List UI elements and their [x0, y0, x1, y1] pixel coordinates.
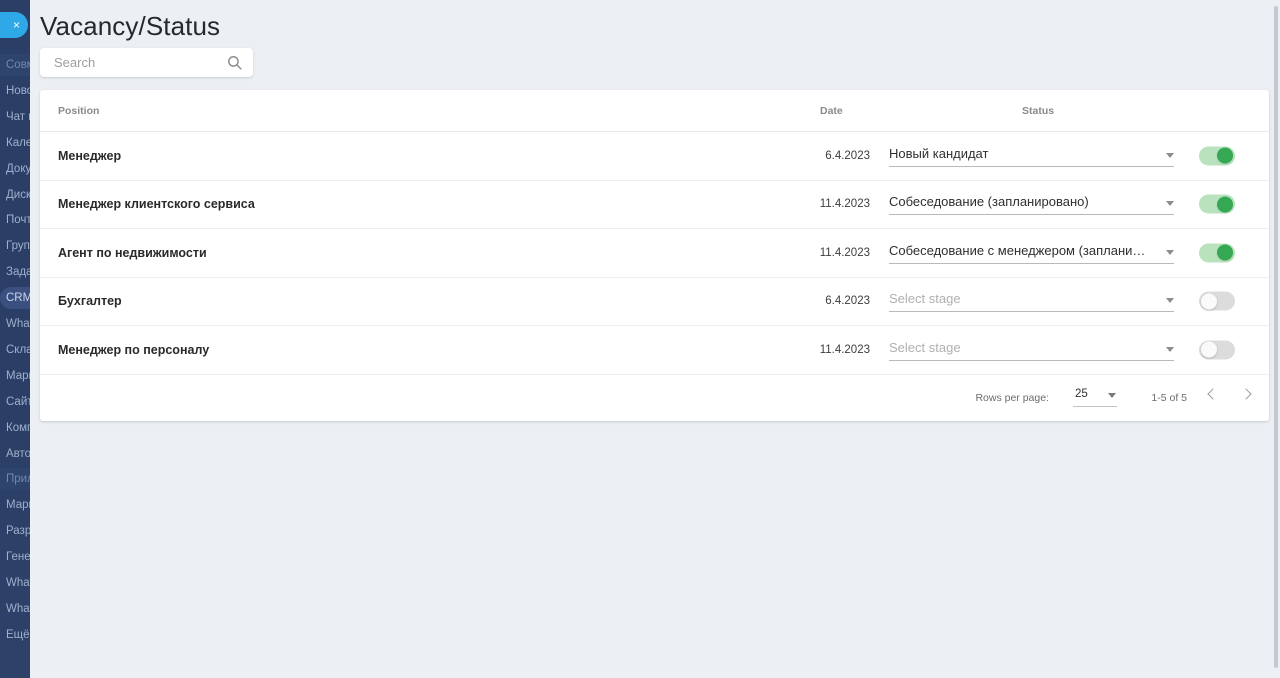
cell-position: Бухгалтер [58, 294, 122, 309]
sidebar-item[interactable]: Чат и звонки [0, 106, 30, 128]
slider-panel: Vacancy/Status Position Date Status Мене… [30, 0, 1280, 678]
cell-date: 11.4.2023 [819, 198, 870, 211]
page-title: Vacancy/Status [40, 11, 221, 41]
sidebar-item[interactable]: Маркетинг [0, 365, 30, 387]
toggle-knob [1217, 244, 1233, 261]
sidebar-item[interactable]: Почта [0, 209, 30, 231]
stage-select-value: Select stage [889, 291, 961, 307]
status-toggle[interactable] [1199, 291, 1235, 311]
stage-select-value: Собеседование (запланировано) [889, 194, 1089, 210]
page-scrollbar-thumb[interactable] [1274, 6, 1278, 668]
search-input[interactable] [40, 48, 220, 77]
column-header-position: Position [58, 105, 100, 117]
sidebar-item[interactable]: Группы [0, 235, 30, 257]
table-footer: Rows per page: 25 1-5 of 5 [40, 375, 1269, 421]
sidebar-item[interactable]: Автоматизация [0, 443, 30, 465]
table-row: Бухгалтер 6.4.2023 Select stage [40, 278, 1269, 326]
status-toggle[interactable] [1199, 194, 1235, 214]
sidebar-item[interactable]: Сайты [0, 391, 30, 413]
toggle-knob [1217, 147, 1233, 164]
sidebar-item[interactable]: Ещё [0, 624, 30, 646]
cell-date: 6.4.2023 [825, 149, 870, 162]
vacancy-status-table: Position Date Status Менеджер 6.4.2023 Нов… [40, 90, 1269, 421]
chevron-down-icon [1166, 346, 1174, 352]
page-scrollbar[interactable] [1272, 0, 1280, 678]
search-box[interactable] [40, 48, 253, 77]
stage-select[interactable]: Собеседование (запланировано) [889, 193, 1174, 216]
table-body: Менеджер 6.4.2023 Новый кандидат Менеджер к… [40, 132, 1269, 375]
next-page-button[interactable] [1235, 383, 1261, 409]
search-icon[interactable] [226, 54, 243, 71]
cell-position: Менеджер [58, 148, 122, 163]
stage-select-value: Новый кандидат [889, 145, 989, 161]
sidebar-item[interactable]: Новости [0, 80, 30, 102]
stage-select-value: Select stage [889, 339, 961, 355]
chevron-right-icon [1240, 387, 1252, 400]
sidebar-item[interactable]: WhatsApp [0, 572, 30, 594]
status-toggle[interactable] [1199, 243, 1235, 263]
stage-select[interactable]: Select stage [889, 339, 1174, 361]
stage-select[interactable]: Select stage [889, 290, 1174, 313]
table-row: Менеджер по персоналу 11.4.2023 Select sta… [40, 326, 1269, 375]
chevron-down-icon [1166, 249, 1174, 255]
sidebar-item[interactable]: CRM [0, 287, 30, 310]
column-header-status: Status [1022, 105, 1055, 117]
status-toggle[interactable] [1199, 340, 1235, 360]
table-row: Менеджер клиентского сервиса 11.4.2023 Соб… [40, 181, 1269, 229]
stage-select-value: Собеседование с менеджером (запланир… [889, 242, 1147, 258]
toggle-knob [1201, 341, 1217, 358]
chevron-left-icon [1207, 387, 1219, 400]
close-icon: × [12, 18, 20, 32]
rows-per-page-select[interactable]: 25 [1073, 386, 1117, 407]
cell-date: 6.4.2023 [825, 295, 870, 308]
chevron-down-icon [1166, 201, 1174, 207]
sidebar-item[interactable]: Диск [0, 184, 30, 206]
table-row: Менеджер 6.4.2023 Новый кандидат [40, 132, 1269, 181]
sidebar-item[interactable]: Генератор [0, 546, 30, 568]
status-toggle[interactable] [1199, 146, 1235, 166]
sidebar-item[interactable]: Приложения [0, 468, 30, 491]
pagination-range: 1-5 of 5 [1151, 391, 1187, 404]
cell-position: Менеджер по персоналу [58, 342, 210, 357]
cell-position: Агент по недвижимости [58, 245, 207, 260]
main-sidebar: Совместная работа Новости Чат и звонки Кале… [0, 0, 30, 678]
close-slider-button[interactable]: × [0, 12, 28, 38]
sidebar-item[interactable]: Склад [0, 339, 30, 361]
sidebar-item[interactable]: WhatsApp [0, 598, 30, 620]
chevron-down-icon [1166, 152, 1174, 158]
sidebar-item[interactable]: Совместная работа [0, 54, 30, 76]
rows-per-page-label: Rows per page: [975, 391, 1049, 404]
rows-per-page-value: 25 [1075, 387, 1088, 400]
sidebar-item[interactable]: Маркет [0, 494, 30, 516]
sidebar-item[interactable]: WhatsApp [0, 313, 30, 335]
cell-position: Менеджер клиентского сервиса [58, 197, 255, 212]
stage-select[interactable]: Новый кандидат [889, 145, 1174, 167]
table-header-row: Position Date Status [40, 90, 1269, 132]
sidebar-item[interactable]: Задачи и Проекты [0, 261, 30, 283]
toggle-knob [1217, 196, 1233, 213]
chevron-down-icon [1108, 392, 1116, 398]
previous-page-button[interactable] [1199, 383, 1225, 409]
stage-select[interactable]: Собеседование с менеджером (запланир… [889, 242, 1174, 264]
sidebar-item[interactable]: Календарь [0, 132, 30, 154]
chevron-down-icon [1166, 298, 1174, 304]
column-header-date: Date [820, 105, 843, 117]
sidebar-item[interactable]: Разработчикам [0, 520, 30, 542]
toggle-knob [1201, 293, 1217, 310]
app-root: Совместная работа Новости Чат и звонки Кале… [0, 0, 1280, 678]
sidebar-item[interactable]: Документы онлайн [0, 158, 30, 180]
table-row: Агент по недвижимости 11.4.2023 Собеседова… [40, 229, 1269, 278]
cell-date: 11.4.2023 [819, 246, 870, 259]
sidebar-item[interactable]: Компания [0, 417, 30, 439]
cell-date: 11.4.2023 [819, 343, 870, 356]
